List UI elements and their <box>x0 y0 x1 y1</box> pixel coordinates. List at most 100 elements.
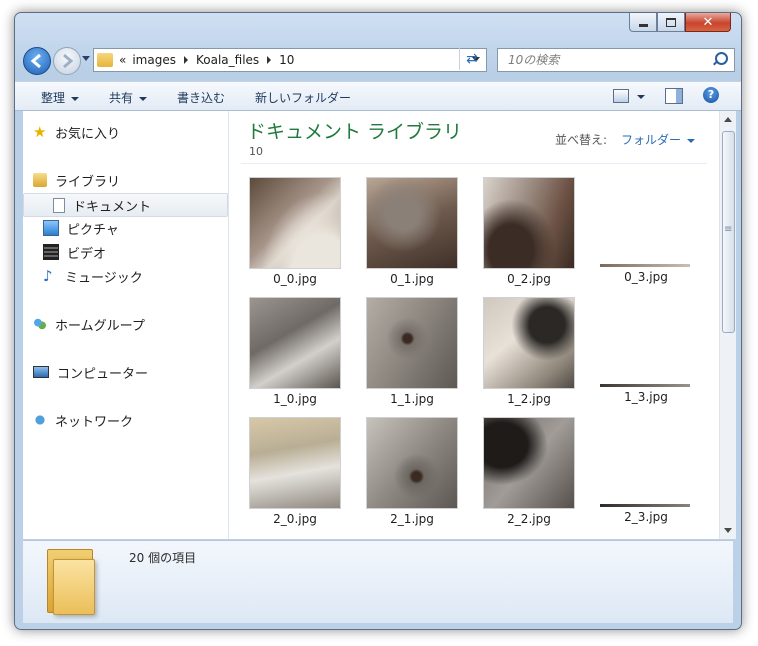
sidebar-item-label: ピクチャ <box>67 222 119 238</box>
scroll-down-arrow-icon[interactable] <box>724 528 732 533</box>
organize-label: 整理 <box>41 91 66 105</box>
file-item[interactable]: 2_3.jpg <box>600 417 692 524</box>
address-overflow[interactable]: « <box>119 53 126 67</box>
breadcrumb-chevron-icon[interactable] <box>267 56 272 64</box>
file-name: 2_3.jpg <box>624 510 668 524</box>
breadcrumb-koala-files[interactable]: Koala_files <box>196 53 259 67</box>
refresh-button[interactable]: ⇄ <box>459 48 484 70</box>
sidebar-item-computer[interactable]: コンピューター <box>33 361 148 383</box>
vertical-scrollbar[interactable] <box>719 111 736 539</box>
details-pane: 20 個の項目 <box>23 540 733 623</box>
arrange-by-label: 並べ替え: <box>555 133 608 147</box>
file-item[interactable]: 0_0.jpg <box>249 177 341 286</box>
share-menu[interactable]: 共有 <box>109 89 148 106</box>
file-item[interactable]: 2_2.jpg <box>483 417 575 526</box>
music-note-icon: ♪ <box>43 267 53 285</box>
change-view-icon[interactable] <box>613 89 629 103</box>
file-item[interactable]: 0_1.jpg <box>366 177 458 286</box>
sidebar-item-favorites[interactable]: ★ お気に入り <box>33 121 120 143</box>
view-options-dropdown[interactable] <box>637 95 645 99</box>
close-icon: ✕ <box>702 14 714 30</box>
file-item[interactable]: 1_2.jpg <box>483 297 575 406</box>
sidebar-item-documents[interactable]: ドキュメント <box>23 193 228 217</box>
header-divider <box>241 163 707 164</box>
sidebar-item-label: ビデオ <box>67 246 107 262</box>
image-thumbnail <box>600 417 690 507</box>
chevron-down-icon <box>139 96 148 101</box>
sidebar-item-pictures[interactable]: ピクチャ <box>43 217 119 239</box>
search-box[interactable] <box>497 48 735 72</box>
forward-button[interactable] <box>53 47 81 75</box>
video-icon <box>43 244 59 260</box>
image-thumbnail <box>366 297 458 389</box>
network-icon <box>33 413 47 427</box>
file-name: 0_3.jpg <box>624 270 668 284</box>
pictures-icon <box>43 220 59 236</box>
sidebar-item-label: お気に入り <box>55 126 121 142</box>
library-icon <box>33 173 47 187</box>
file-name: 2_1.jpg <box>390 512 434 526</box>
file-item[interactable]: 2_1.jpg <box>366 417 458 526</box>
file-item[interactable]: 0_2.jpg <box>483 177 575 286</box>
close-button[interactable]: ✕ <box>685 13 731 32</box>
sidebar-item-libraries[interactable]: ライブラリ <box>33 169 120 191</box>
search-input[interactable] <box>506 50 710 70</box>
file-item[interactable]: 2_0.jpg <box>249 417 341 526</box>
minimize-icon <box>638 23 648 27</box>
sidebar-item-music[interactable]: ♪ ミュージック <box>43 265 143 287</box>
file-item[interactable]: 1_1.jpg <box>366 297 458 406</box>
caption-buttons: ✕ <box>629 13 731 33</box>
image-thumbnail <box>366 177 458 269</box>
file-name: 0_2.jpg <box>507 272 551 286</box>
organize-menu[interactable]: 整理 <box>41 89 80 106</box>
sidebar-item-videos[interactable]: ビデオ <box>43 241 106 263</box>
image-thumbnail <box>249 417 341 509</box>
image-thumbnail <box>366 417 458 509</box>
file-item[interactable]: 1_3.jpg <box>600 297 692 404</box>
address-bar[interactable]: « images Koala_files 10 <box>93 48 487 72</box>
breadcrumb-10[interactable]: 10 <box>279 53 294 67</box>
folder-icon <box>45 545 95 615</box>
image-thumbnail <box>483 177 575 269</box>
share-label: 共有 <box>109 91 134 105</box>
file-item[interactable]: 1_0.jpg <box>249 297 341 406</box>
sidebar-item-label: ドキュメント <box>73 199 152 215</box>
homegroup-icon <box>33 317 47 331</box>
maximize-button[interactable] <box>657 13 685 32</box>
library-subtitle: 10 <box>249 145 263 158</box>
sidebar-item-network[interactable]: ネットワーク <box>33 409 133 431</box>
sidebar-item-label: コンピューター <box>57 366 149 382</box>
scroll-up-arrow-icon[interactable] <box>724 117 732 122</box>
arrange-by-dropdown[interactable]: フォルダー <box>621 131 696 148</box>
file-name: 1_1.jpg <box>390 392 434 406</box>
file-name: 1_3.jpg <box>624 390 668 404</box>
explorer-window: ✕ « images Koala_files 10 ⇄ 10の検索 整理 共有 … <box>14 12 742 630</box>
help-icon[interactable]: ? <box>703 87 719 103</box>
breadcrumb-images[interactable]: images <box>132 53 176 67</box>
sidebar-item-label: ホームグループ <box>55 318 145 334</box>
sidebar-item-homegroup[interactable]: ホームグループ <box>33 313 145 335</box>
recent-pages-dropdown[interactable] <box>82 56 90 61</box>
command-bar: 整理 共有 書き込む 新しいフォルダー ? <box>15 81 741 111</box>
breadcrumb-chevron-icon[interactable] <box>183 56 188 64</box>
burn-button[interactable]: 書き込む <box>177 89 225 106</box>
search-icon[interactable] <box>715 52 728 65</box>
chevron-down-icon <box>687 138 696 143</box>
scrollbar-thumb[interactable] <box>722 131 735 333</box>
item-count: 20 個の項目 <box>129 551 197 565</box>
new-folder-button[interactable]: 新しいフォルダー <box>255 89 351 106</box>
refresh-icon: ⇄ <box>466 51 478 67</box>
image-thumbnail <box>249 297 341 389</box>
folder-icon <box>97 53 113 67</box>
image-thumbnail <box>249 177 341 269</box>
file-name: 2_0.jpg <box>273 512 317 526</box>
preview-pane-icon[interactable] <box>665 88 683 104</box>
file-name: 0_1.jpg <box>390 272 434 286</box>
arrange-by-value: フォルダー <box>621 133 682 147</box>
image-thumbnail <box>483 417 575 509</box>
file-item[interactable]: 0_3.jpg <box>600 177 692 284</box>
minimize-button[interactable] <box>629 13 657 32</box>
forward-arrow-icon <box>63 53 74 69</box>
star-icon: ★ <box>33 123 47 141</box>
back-button[interactable] <box>23 47 51 75</box>
